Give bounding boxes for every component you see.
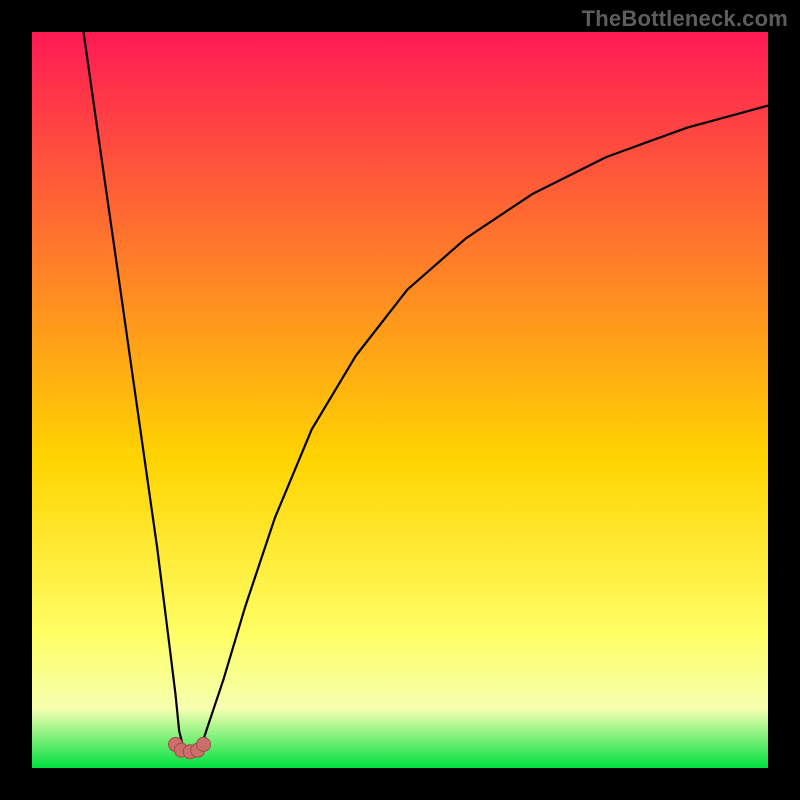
- chart-canvas: [32, 32, 768, 768]
- optimum-marker-dot: [197, 737, 211, 751]
- chart-frame: TheBottleneck.com: [0, 0, 800, 800]
- gradient-background: [32, 32, 768, 768]
- watermark-text: TheBottleneck.com: [582, 6, 788, 32]
- plot-area: [32, 32, 768, 768]
